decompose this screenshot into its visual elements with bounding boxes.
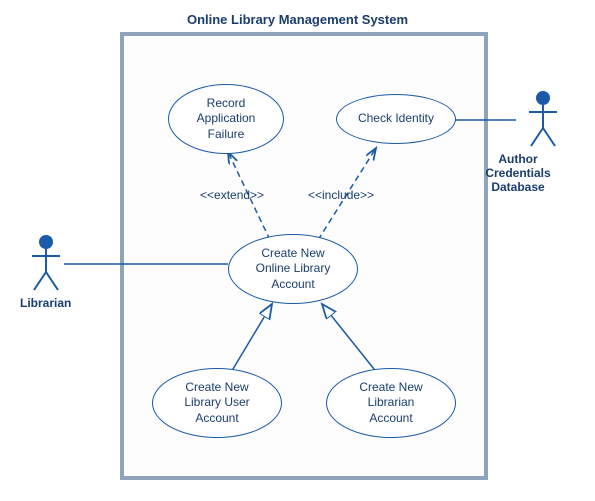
usecase-label: Create NewLibrarianAccount [359,380,422,427]
use-case-diagram: Online Library Management System Record … [0,0,595,501]
usecase-record-failure: RecordApplicationFailure [168,84,284,154]
actor-credentials-db: Author CredentialsDatabase [498,88,588,194]
actor-label: Author CredentialsDatabase [468,152,568,194]
extend-label: <<extend>> [200,188,264,202]
usecase-create-user-account: Create NewLibrary UserAccount [152,368,282,438]
include-label: <<include>> [308,188,374,202]
usecase-label: Check Identity [358,111,434,127]
usecase-create-librarian-account: Create NewLibrarianAccount [326,368,456,438]
actor-label: Librarian [20,296,71,310]
usecase-label: Create NewLibrary UserAccount [184,380,249,427]
usecase-label: Create NewOnline LibraryAccount [256,246,331,293]
actor-icon [523,88,563,150]
system-title: Online Library Management System [187,12,408,27]
usecase-create-account: Create NewOnline LibraryAccount [228,234,358,304]
usecase-label: RecordApplicationFailure [197,96,256,143]
usecase-check-identity: Check Identity [336,94,456,144]
actor-icon [26,232,66,294]
actor-librarian: Librarian [20,232,71,310]
